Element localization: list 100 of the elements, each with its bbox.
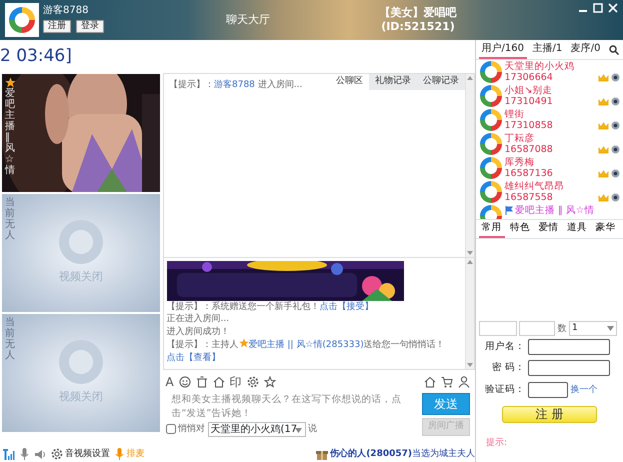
user-row[interactable]: 爱吧主播 ‖ 风☆情: [476, 204, 623, 219]
chat-message: 【提示】：游客8788 进入房间...: [169, 79, 302, 92]
user-name: 丁耘彦: [504, 133, 536, 144]
star-icon: [238, 338, 248, 348]
tip-text: 提示:: [485, 436, 508, 450]
speaker-icon[interactable]: [34, 448, 46, 460]
crown-icon: [598, 169, 608, 178]
camera-off-icon: [59, 220, 103, 264]
say-label: 说: [308, 422, 317, 436]
form-input[interactable]: [528, 360, 610, 376]
close-icon[interactable]: [608, 2, 618, 12]
register-button[interactable]: 注 册: [502, 406, 597, 423]
video-status: 视频关闭: [59, 269, 103, 286]
crown-icon: [598, 145, 608, 154]
crown-icon: [598, 193, 608, 202]
user-row[interactable]: 天堂里的小火鸡 17306664: [476, 60, 623, 84]
user-id: 16587558: [504, 192, 553, 203]
webcam-icon: [611, 73, 620, 82]
chat-message: 进入房间成功！: [166, 326, 230, 338]
gift-tab[interactable]: 特色: [507, 220, 533, 238]
chat-tab[interactable]: 礼物记录: [369, 74, 417, 90]
caption-text: 当前无人: [5, 197, 15, 241]
recipient-dropdown[interactable]: 天堂里的小火鸡(17: [208, 422, 306, 436]
avatar-icon: [480, 109, 502, 131]
user-tab[interactable]: 主播/1: [529, 40, 566, 59]
avatar-icon: [480, 181, 502, 203]
link-text[interactable]: 点击【查看】: [166, 352, 220, 362]
settings-button[interactable]: 音视频设置: [50, 448, 110, 460]
user-row[interactable]: 雄纠纠气昂昂 16587558: [476, 180, 623, 204]
field-label: 验证码：: [484, 382, 526, 397]
link-text[interactable]: 爱吧主播 || 风☆情(285333): [248, 340, 364, 350]
chat-message: 【提示】：系统赠送您一个新手礼包！点击【接受】: [166, 300, 374, 313]
user-tab[interactable]: 用户/160: [478, 40, 527, 59]
user-name: 锂街: [504, 109, 526, 120]
chat-tab[interactable]: 公聊记录: [417, 74, 465, 90]
crown-icon: [598, 121, 608, 130]
user-tab[interactable]: 麦序/0: [568, 40, 604, 59]
user-id: 16587136: [504, 168, 553, 179]
webcam-icon: [611, 121, 620, 130]
whisper-checkbox[interactable]: [166, 424, 176, 434]
user-name: 小姐↘别走: [504, 85, 554, 96]
header-button[interactable]: 登录: [76, 20, 104, 33]
toolbar-glyph[interactable]: A: [166, 372, 174, 390]
house-icon[interactable]: [424, 376, 436, 388]
toolbar-glyph[interactable]: 印: [230, 372, 242, 390]
video-status: 视频关闭: [59, 389, 103, 406]
username: 游客8788: [43, 4, 90, 18]
trash-icon[interactable]: [196, 376, 208, 388]
whisper-label: 悄悄对: [178, 422, 205, 436]
count-dropdown[interactable]: 1: [569, 321, 617, 336]
user-row[interactable]: 锂街 17310858: [476, 108, 623, 132]
user-name: 爱吧主播 ‖ 风☆情: [515, 205, 594, 216]
gift-tab[interactable]: 豪华: [592, 220, 618, 238]
user-row[interactable]: 丁耘彦 16587088: [476, 132, 623, 156]
crown-icon: [598, 73, 608, 82]
smiley-icon[interactable]: [178, 376, 191, 388]
crown-icon: [598, 97, 608, 106]
gift-icon: [316, 448, 328, 460]
chat-message: 正在进入房间...: [166, 313, 230, 326]
header-button[interactable]: 注册: [43, 20, 71, 33]
user-id: 16587088: [504, 144, 553, 155]
star-icon: [5, 77, 16, 88]
gear-icon[interactable]: [246, 376, 259, 388]
webcam-icon: [611, 145, 620, 154]
gift-tab[interactable]: 爱情: [536, 220, 562, 238]
user-id: 17310858: [504, 120, 553, 131]
form-input[interactable]: [528, 382, 568, 398]
field-label: 密 码：: [490, 361, 526, 376]
avatar-icon: [480, 133, 502, 155]
star-icon[interactable]: [264, 376, 276, 388]
gift-input[interactable]: [519, 321, 555, 336]
caption-text: 当前无人: [5, 317, 15, 361]
gift-input[interactable]: [478, 321, 516, 336]
ticker-text: 伤心的人(280057)当选为城主夫人: [330, 448, 475, 460]
user-name: 厍秀梅: [504, 157, 536, 168]
maximize-icon[interactable]: [593, 2, 603, 12]
user-row[interactable]: 小姐↘别走 17310491: [476, 84, 623, 108]
form-input[interactable]: [528, 338, 610, 355]
avatar-icon: [480, 85, 502, 107]
user-id: 17306664: [504, 72, 553, 83]
avatar-icon: [480, 61, 502, 83]
avatar-icon: [480, 157, 502, 179]
user-name: 天堂里的小火鸡: [504, 61, 576, 72]
chat-message: 【提示】：主持人 爱吧主播 || 风☆情(285333)送给您一句悄悄话！: [166, 338, 446, 352]
webcam-icon: [611, 97, 620, 106]
house-icon[interactable]: [212, 376, 225, 388]
signal-icon[interactable]: [2, 448, 14, 460]
link-text[interactable]: 点击【接受】: [320, 302, 374, 312]
microphone-icon: [115, 448, 124, 460]
link-text[interactable]: 游客8788: [214, 80, 255, 90]
gift-tab[interactable]: 道具: [564, 220, 590, 238]
user-row[interactable]: 厍秀梅 16587136: [476, 156, 623, 180]
person-icon[interactable]: [458, 376, 470, 388]
refresh-link[interactable]: 换一个: [570, 384, 598, 396]
user-id: 17310491: [504, 96, 553, 107]
microphone-icon[interactable]: [20, 448, 28, 460]
cart-icon[interactable]: [441, 376, 453, 388]
room-id: (ID:521521): [380, 20, 456, 34]
gift-tab[interactable]: 常用: [478, 220, 504, 238]
search-icon[interactable]: [609, 44, 619, 54]
